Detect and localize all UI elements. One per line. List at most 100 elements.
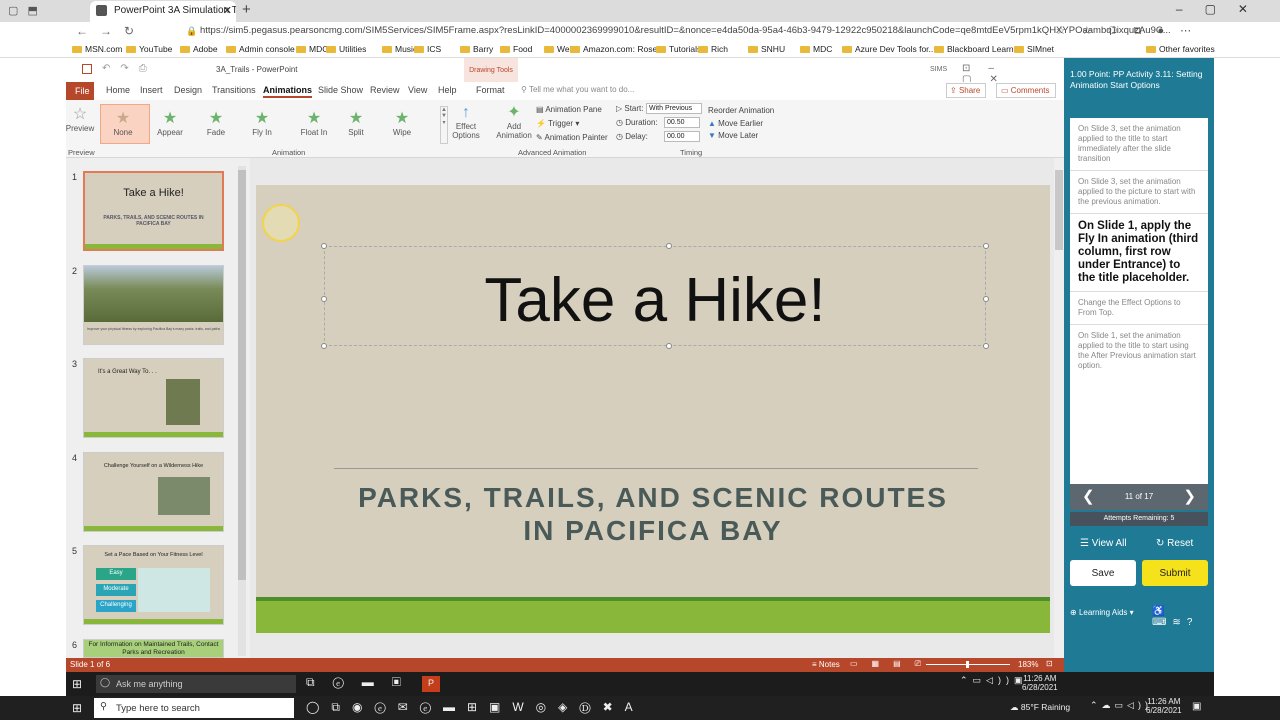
bookmark-item[interactable]: Utilities xyxy=(326,44,366,54)
submit-button[interactable]: Submit xyxy=(1142,560,1208,586)
zoom-level[interactable]: 183% xyxy=(1018,660,1038,669)
next-task-icon[interactable]: ❯ xyxy=(1183,487,1196,505)
anim-none[interactable]: ★ None xyxy=(103,110,143,137)
bookmark-item[interactable]: YouTube xyxy=(126,44,172,54)
new-tab-icon[interactable]: + xyxy=(242,1,251,18)
animation-pane-button[interactable]: ▤ Animation Pane xyxy=(536,105,602,114)
effect-options-button[interactable]: ↑ Effect Options xyxy=(446,104,486,140)
fit-slide-icon[interactable]: ⊡ xyxy=(1046,659,1053,668)
thumb-slide-1[interactable]: Take a Hike! PARKS, TRAILS, AND SCENIC R… xyxy=(83,171,224,251)
move-earlier-button[interactable]: ▲ Move Earlier xyxy=(708,119,763,128)
learning-aids-menu[interactable]: ⊕ Learning Aids ▾ xyxy=(1070,608,1134,617)
bookmark-item[interactable]: Admin console xyxy=(226,44,295,54)
taskbar-apps[interactable]: ⧉ⓔ▬▣ xyxy=(306,675,419,690)
save-button[interactable]: Save xyxy=(1070,560,1136,586)
url-field[interactable]: https://sim5.pegasus.pearsoncmg.com/SIM5… xyxy=(200,25,1171,36)
bookmark-item[interactable]: Adobe xyxy=(180,44,218,54)
close-tab-icon[interactable]: ✕ xyxy=(223,4,232,17)
notes-button[interactable]: ≡ Notes xyxy=(812,660,840,669)
zoom-slider[interactable] xyxy=(926,661,1010,668)
bookmark-item[interactable]: SIMnet xyxy=(1014,44,1054,54)
thumb-slide-5[interactable]: Set a Pace Based on Your Fitness Level E… xyxy=(83,545,224,625)
delay-input[interactable]: 00.00 xyxy=(664,131,700,142)
tab-file[interactable]: File xyxy=(66,82,94,100)
anim-float-in[interactable]: ★ Float In xyxy=(294,110,334,137)
anim-fly-in[interactable]: ★ Fly In xyxy=(242,110,282,137)
animation-painter-button[interactable]: ✎ Animation Painter xyxy=(536,133,608,142)
view-all-button[interactable]: ☰ View All xyxy=(1080,538,1127,549)
clock[interactable]: 11:26 AM 6/28/2021 xyxy=(1022,674,1058,692)
preview-button[interactable]: ☆ Preview xyxy=(60,106,100,133)
bookmark-item[interactable]: Music xyxy=(382,44,417,54)
cortana-search[interactable]: ◯ Ask me anything xyxy=(96,675,296,693)
undo-redo-icons[interactable]: ↶↷⎙ xyxy=(102,63,157,74)
resize-handle[interactable] xyxy=(321,243,327,249)
share-button[interactable]: ⇪ Share xyxy=(946,83,986,98)
notification-icon[interactable]: ▣ xyxy=(1192,701,1201,712)
save-icon[interactable] xyxy=(82,64,92,74)
bookmark-item[interactable]: Rich xyxy=(698,44,728,54)
nav-arrows-icon[interactable]: ←→↻ xyxy=(76,24,146,38)
trigger-button[interactable]: ⚡ Trigger ▾ xyxy=(536,119,579,128)
resize-handle[interactable] xyxy=(321,296,327,302)
slide-canvas[interactable]: Take a Hike! PARKS, TRAILS, AND SCENIC R… xyxy=(256,185,1050,633)
bookmark-item[interactable]: MDC xyxy=(800,44,832,54)
bookmark-item[interactable]: Barry xyxy=(460,44,493,54)
view-buttons[interactable]: ▭▦▤⎚ xyxy=(850,659,935,669)
windows-start-icon[interactable]: ⊞ xyxy=(72,677,82,691)
anim-split[interactable]: ★ Split xyxy=(336,110,376,137)
bookmark-item[interactable]: Tutorials xyxy=(656,44,701,54)
tab-animations[interactable]: Animations xyxy=(263,85,313,98)
resize-handle[interactable] xyxy=(321,343,327,349)
tab-help[interactable]: Help xyxy=(438,85,457,95)
tray-icons[interactable]: ⌃☁▭◁)) xyxy=(1090,700,1152,711)
taskbar-search[interactable]: ⚲ Type here to search xyxy=(94,698,294,718)
tab-slide-show[interactable]: Slide Show xyxy=(318,85,363,95)
start-dropdown[interactable]: With Previous xyxy=(646,103,702,114)
slide-scrollbar[interactable] xyxy=(1054,158,1064,658)
tell-me-box[interactable]: ⚲ Tell me what you want to do... xyxy=(521,85,634,94)
resize-handle[interactable] xyxy=(983,343,989,349)
tab-design[interactable]: Design xyxy=(174,85,202,95)
taskbar-apps[interactable]: ◯⧉◉ⓔ✉ⓔ▬⊞▣W◎◈Ⓓ✖A xyxy=(306,700,645,715)
anim-appear[interactable]: ★ Appear xyxy=(150,110,190,137)
move-later-button[interactable]: ▼ Move Later xyxy=(708,131,758,140)
add-animation-button[interactable]: ✦ Add Animation xyxy=(492,104,536,140)
resize-handle[interactable] xyxy=(666,243,672,249)
bookmark-item[interactable]: MDC xyxy=(296,44,328,54)
title-placeholder[interactable]: Take a Hike! xyxy=(324,246,986,346)
duration-input[interactable]: 00.50 xyxy=(664,117,700,128)
thumb-slide-2[interactable]: Improve your physical fitness by explori… xyxy=(83,265,224,345)
bookmark-item[interactable]: Azure Dev Tools for... xyxy=(842,44,936,54)
resize-handle[interactable] xyxy=(983,243,989,249)
tab-view[interactable]: View xyxy=(408,85,427,95)
anim-fade[interactable]: ★ Fade xyxy=(196,110,236,137)
accessibility-icons[interactable]: ♿⌨≋? xyxy=(1152,606,1214,628)
bookmark-item[interactable]: ICS xyxy=(414,44,441,54)
tab-transitions[interactable]: Transitions xyxy=(212,85,256,95)
weather-widget[interactable]: ☁ 85°F Raining xyxy=(1010,702,1070,713)
anim-wipe[interactable]: ★ Wipe xyxy=(382,110,422,137)
windows-start-icon[interactable]: ⊞ xyxy=(72,701,82,715)
other-favorites[interactable]: Other favorites xyxy=(1146,44,1215,54)
bookmark-item[interactable]: Blackboard Learn xyxy=(934,44,1014,54)
bookmark-item[interactable]: Amazon.com: Rose... xyxy=(570,44,664,54)
thumb-slide-3[interactable]: It's a Great Way To. . . xyxy=(83,358,224,438)
tray-icons[interactable]: ⌃▭◁))▣ xyxy=(960,675,1027,686)
thumb-slide-4[interactable]: Challenge Yourself on a Wilderness Hike xyxy=(83,452,224,532)
window-controls[interactable]: –▢✕ xyxy=(1176,2,1270,16)
comments-button[interactable]: ▭ Comments xyxy=(996,83,1056,98)
resize-handle[interactable] xyxy=(983,296,989,302)
resize-handle[interactable] xyxy=(666,343,672,349)
thumb-slide-6[interactable]: For Information on Maintained Trails, Co… xyxy=(83,639,224,658)
tab-insert[interactable]: Insert xyxy=(140,85,163,95)
browser-tab[interactable]: PowerPoint 3A Simulation Traini ✕ xyxy=(90,1,236,22)
tab-review[interactable]: Review xyxy=(370,85,400,95)
thumbs-scrollbar[interactable] xyxy=(238,166,246,656)
tab-format[interactable]: Format xyxy=(476,85,505,95)
powerpoint-taskbar-icon[interactable]: P xyxy=(422,676,440,692)
reset-button[interactable]: ↻ Reset xyxy=(1156,538,1193,549)
bookmark-item[interactable]: SNHU xyxy=(748,44,785,54)
clock[interactable]: 11:26 AM 6/28/2021 xyxy=(1146,697,1182,715)
browser-toolbar-icons[interactable]: ☆☆⚇⧉●⋯ xyxy=(1056,24,1207,38)
